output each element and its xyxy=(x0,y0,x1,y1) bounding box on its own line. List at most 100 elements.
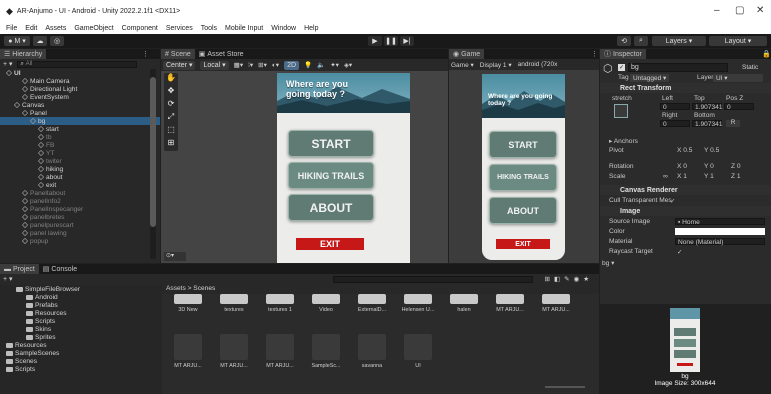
game-about-button[interactable]: ABOUT xyxy=(489,197,557,224)
menu-assets[interactable]: Assets xyxy=(45,25,66,32)
hierarchy-search-input[interactable]: ⌕ All xyxy=(16,60,137,68)
folder-tree-row[interactable]: Scripts xyxy=(0,317,161,325)
hierarchy-row[interactable]: EventSystem xyxy=(0,93,160,101)
folder-tree-row[interactable]: SampleScenes xyxy=(0,349,161,357)
play-button[interactable]: ▶ xyxy=(368,36,382,46)
rotation-z[interactable]: Z 0 xyxy=(731,163,741,170)
hierarchy-row[interactable]: exit xyxy=(0,181,160,189)
maximize-button[interactable]: ▢ xyxy=(735,5,744,16)
hierarchy-row[interactable]: twiter xyxy=(0,157,160,165)
folder-tree-row[interactable]: Prefabs xyxy=(0,301,161,309)
step-button[interactable]: ▶| xyxy=(400,36,414,46)
tab-console[interactable]: ▤ Console xyxy=(38,264,82,274)
search-button[interactable]: ⌕ xyxy=(634,36,648,46)
folder-tree-row[interactable]: Resources xyxy=(0,341,161,349)
account-button[interactable]: ● M ▾ xyxy=(4,36,30,46)
tab-hierarchy[interactable]: ☰ Hierarchy xyxy=(0,49,47,59)
overlay-menu[interactable]: ⊙▾ xyxy=(164,252,186,261)
asset-item[interactable]: MT ARJU... xyxy=(538,294,574,313)
folder-tree-row[interactable]: Sprites xyxy=(0,333,161,341)
menu-gameobject[interactable]: GameObject xyxy=(74,25,113,32)
asset-item[interactable]: 3D New xyxy=(170,294,206,313)
layer-dropdown[interactable]: UI ▾ xyxy=(713,74,763,82)
project-filter-icons[interactable]: ⊞◧✎◉★ xyxy=(545,275,594,283)
material-field[interactable]: None (Material) xyxy=(675,238,765,246)
scrollbar-thumb[interactable] xyxy=(150,77,156,227)
folder-tree-row[interactable]: Skins xyxy=(0,325,161,333)
asset-item[interactable]: MT ARJU... xyxy=(216,334,252,369)
tab-inspector[interactable]: ⓘ Inspector xyxy=(600,49,646,59)
hierarchy-row[interactable]: about xyxy=(0,173,160,181)
anchor-preset-icon[interactable] xyxy=(614,104,628,118)
menu-help[interactable]: Help xyxy=(304,25,318,32)
game-hiking-button[interactable]: HIKING TRAILS xyxy=(489,164,557,191)
asset-item[interactable]: ExternalD... xyxy=(354,294,390,313)
raycast-checkbox[interactable]: ✓ xyxy=(677,248,683,256)
image-header[interactable]: Image xyxy=(600,206,771,216)
hierarchy-row[interactable]: YT xyxy=(0,149,160,157)
constrain-proportions-icon[interactable]: ∞ xyxy=(663,173,668,180)
hierarchy-row[interactable]: PanelInspecanger xyxy=(0,205,160,213)
game-start-button[interactable]: START xyxy=(489,131,557,158)
canvas-renderer-header[interactable]: Canvas Renderer xyxy=(600,185,771,195)
grid-icon[interactable]: ▦▾ xyxy=(234,61,243,69)
menu-mobile-input[interactable]: Mobile Input xyxy=(225,25,263,32)
hierarchy-row[interactable]: Main Camera xyxy=(0,77,160,85)
cull-checkbox[interactable]: ✓ xyxy=(670,197,676,205)
gizmos-icon[interactable]: ◈▾ xyxy=(344,61,352,69)
folder-tree-row[interactable]: SimpleFileBrowser xyxy=(0,285,161,293)
hierarchy-row[interactable]: UI xyxy=(0,69,160,77)
asset-item[interactable]: MT ARJU... xyxy=(492,294,528,313)
hierarchy-row[interactable]: tb xyxy=(0,133,160,141)
hierarchy-row[interactable]: Paneltabout xyxy=(0,189,160,197)
pivot-x[interactable]: X 0.5 xyxy=(677,147,692,154)
asset-item[interactable]: SampleSc... xyxy=(308,334,344,369)
tab-scene[interactable]: # Scene xyxy=(161,49,195,59)
source-image-field[interactable]: ▪ Home xyxy=(675,218,765,226)
minimize-button[interactable]: – xyxy=(714,5,720,16)
hierarchy-row[interactable]: bg xyxy=(0,117,160,125)
asset-item[interactable]: UI xyxy=(400,334,436,369)
space-dropdown[interactable]: Local ▾ xyxy=(200,60,229,70)
create-icon[interactable]: + ▾ xyxy=(3,275,13,283)
pause-button[interactable]: ❚❚ xyxy=(384,36,398,46)
scale-y[interactable]: Y 1 xyxy=(704,173,714,180)
asset-item[interactable]: Helensen U... xyxy=(400,294,436,313)
hierarchy-row[interactable]: panel lawing xyxy=(0,229,160,237)
hierarchy-row[interactable]: Canvas xyxy=(0,101,160,109)
project-search-input[interactable] xyxy=(332,275,533,283)
asset-item[interactable]: Video xyxy=(308,294,344,313)
asset-item[interactable]: MT ARJU... xyxy=(170,334,206,369)
hierarchy-row[interactable]: FB xyxy=(0,141,160,149)
move-tool-icon[interactable]: ✥ xyxy=(164,86,178,99)
top-field[interactable]: 1.907341 xyxy=(692,103,723,111)
menu-file[interactable]: File xyxy=(6,25,17,32)
rotation-x[interactable]: X 0 xyxy=(677,163,687,170)
scene-about-button[interactable]: ABOUT xyxy=(288,194,374,221)
scene-exit-button[interactable]: EXIT xyxy=(296,238,364,250)
folder-tree-row[interactable]: Android xyxy=(0,293,161,301)
hand-tool-icon[interactable]: ✋ xyxy=(164,73,178,86)
preview-dropdown[interactable]: bg ▾ xyxy=(602,259,614,267)
pivot-dropdown[interactable]: Center ▾ xyxy=(163,60,196,70)
hierarchy-row[interactable]: panelInfo2 xyxy=(0,197,160,205)
scene-hiking-button[interactable]: HIKING TRAILS xyxy=(288,162,374,189)
cloud-button[interactable]: ☁ xyxy=(33,36,47,46)
close-button[interactable]: ✕ xyxy=(756,5,764,16)
game-mode-dropdown[interactable]: Game ▾ xyxy=(451,61,474,69)
gameobject-name-input[interactable]: bg xyxy=(628,63,728,72)
hierarchy-row[interactable]: Panel xyxy=(0,109,160,117)
rect-transform-header[interactable]: Rect Transform xyxy=(600,83,771,93)
raw-edit-button[interactable]: R xyxy=(726,120,740,127)
bottom-field[interactable]: 1.907341 xyxy=(692,120,723,128)
mode-2d-button[interactable]: 2D xyxy=(284,60,300,70)
increment-icon[interactable]: ⊞▾ xyxy=(258,61,267,69)
asset-item[interactable]: textures 1 xyxy=(262,294,298,313)
menu-tools[interactable]: Tools xyxy=(201,25,217,32)
asset-item[interactable]: savanna xyxy=(354,334,390,369)
asset-item[interactable]: textures xyxy=(216,294,252,313)
hierarchy-scrollbar[interactable] xyxy=(150,69,156,259)
folder-tree-row[interactable]: Scenes xyxy=(0,357,161,365)
scene-start-button[interactable]: START xyxy=(288,130,374,157)
rotate-tool-icon[interactable]: ⟳ xyxy=(164,99,178,112)
